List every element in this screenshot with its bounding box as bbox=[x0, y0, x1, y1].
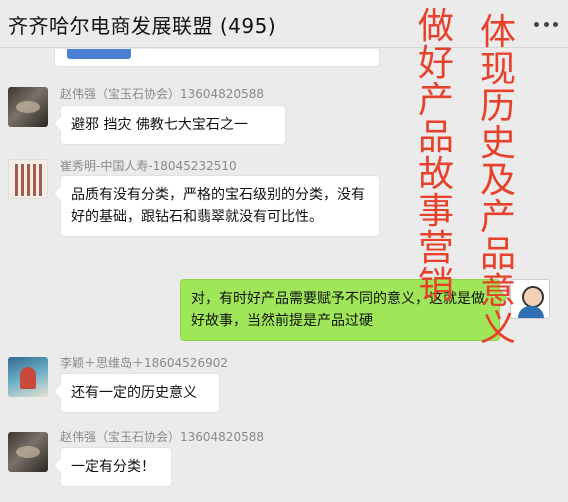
previous-message-bubble[interactable] bbox=[54, 49, 380, 67]
chat-screen: 齐齐哈尔电商发展联盟 (495) 赵伟强（宝玉石协会）13604820588 避… bbox=[0, 0, 568, 502]
avatar[interactable] bbox=[8, 357, 48, 397]
more-dots-icon[interactable] bbox=[534, 12, 558, 36]
message-text: 还有一定的历史意义 bbox=[71, 385, 197, 401]
caption-right: 体现历史及产品意义 bbox=[479, 12, 516, 349]
sender-name: 崔秀明-中国人寿-18045232510 bbox=[60, 159, 237, 173]
message-bubble[interactable]: 品质有没有分类，严格的宝石级别的分类，没有好的基础，跟钻石和翡翠就没有可比性。 bbox=[60, 175, 380, 237]
previous-message-button[interactable] bbox=[67, 49, 131, 59]
caption-left: 做好产品故事营销 bbox=[417, 6, 454, 306]
avatar[interactable] bbox=[8, 432, 48, 472]
avatar[interactable] bbox=[8, 159, 48, 199]
message-bubble[interactable]: 避邪 挡灾 佛教七大宝石之一 bbox=[60, 105, 286, 145]
sender-name: 赵伟强（宝玉石协会）13604820588 bbox=[60, 430, 264, 444]
message-text: 避邪 挡灾 佛教七大宝石之一 bbox=[71, 117, 248, 133]
message-bubble[interactable]: 一定有分类！ bbox=[60, 447, 172, 487]
message-text: 一定有分类！ bbox=[71, 459, 155, 475]
group-title: 齐齐哈尔电商发展联盟 (495) bbox=[8, 14, 277, 38]
message-text: 品质有没有分类，严格的宝石级别的分类，没有好的基础，跟钻石和翡翠就没有可比性。 bbox=[71, 187, 365, 225]
sender-name: 李颖＋思维岛＋18604526902 bbox=[60, 356, 228, 370]
avatar[interactable] bbox=[8, 87, 48, 127]
message-bubble[interactable]: 还有一定的历史意义 bbox=[60, 373, 220, 413]
sender-name: 赵伟强（宝玉石协会）13604820588 bbox=[60, 87, 264, 101]
